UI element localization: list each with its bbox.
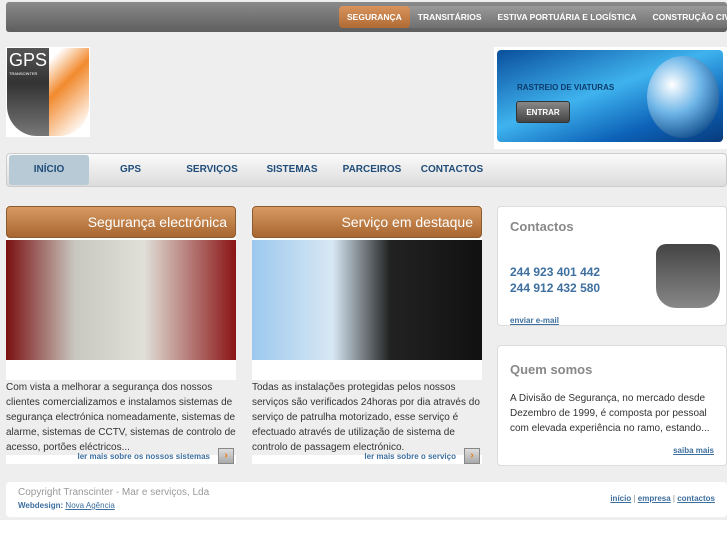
featured-column: Serviço em destaque Todas as instalações… [252,206,482,464]
nav-contactos[interactable]: CONTACTOS [412,155,492,185]
arrow-right-icon[interactable]: › [464,448,480,464]
top-nav-estiva[interactable]: ESTIVA PORTUÁRIA E LOGÍSTICA [490,6,645,28]
webdesign-label: Webdesign: [18,501,64,510]
column-title: Serviço em destaque [252,206,482,238]
top-nav-transitarios[interactable]: TRANSITÁRIOS [410,6,490,28]
tracking-banner: RASTREIO DE VIATURAS ENTRAR [494,47,727,149]
read-more-link[interactable]: ler mais sobre o serviço [364,452,456,461]
column-text: Todas as instalações protegidas pelos no… [252,380,482,455]
banner-background: RASTREIO DE VIATURAS ENTRAR [497,50,723,142]
lion-icon [49,48,89,136]
globe-icon [647,56,719,138]
main-nav: INÍCIO GPS SERVIÇOS SISTEMAS PARCEIROS C… [6,153,727,187]
enter-button[interactable]: ENTRAR [516,101,570,123]
footer-link-contactos[interactable]: contactos [677,494,715,503]
page: SEGURANÇA TRANSITÁRIOS ESTIVA PORTUÁRIA … [0,0,727,520]
top-bar: SEGURANÇA TRANSITÁRIOS ESTIVA PORTUÁRIA … [6,2,727,32]
security-column: Segurança electrónica Com vista a melhor… [6,206,236,464]
nav-inicio[interactable]: INÍCIO [9,155,89,185]
top-nav: SEGURANÇA TRANSITÁRIOS ESTIVA PORTUÁRIA … [339,6,727,28]
top-nav-construcao[interactable]: CONSTRUÇÃO CIVIL [645,6,727,28]
contacts-title: Contactos [510,219,574,234]
footer-link-empresa[interactable]: empresa [638,494,671,503]
about-box: Quem somos A Divisão de Segurança, no me… [497,345,727,466]
about-title: Quem somos [510,362,593,377]
telephone-icon [656,244,720,308]
guard-image [252,240,482,360]
copyright: Copyright Transcinter - Mar e serviços, … [18,487,210,498]
nav-sistemas[interactable]: SISTEMAS [252,155,332,185]
about-text: A Divisão de Segurança, no mercado desde… [510,393,710,434]
logo[interactable]: GPS TRANSCINTER [6,47,90,137]
about-more-link[interactable]: saiba mais [673,446,714,455]
read-more-link[interactable]: ler mais sobre os nossos sistemas [77,452,210,461]
contacts-box: Contactos 244 923 401 442 244 912 432 58… [497,206,727,326]
logo-subtitle: TRANSCINTER [9,71,38,76]
logo-text: GPS [9,50,48,70]
footer: Copyright Transcinter - Mar e serviços, … [6,482,727,517]
send-email-link[interactable]: enviar e-mail [510,316,559,325]
banner-title: RASTREIO DE VIATURAS [517,83,615,92]
nav-gps[interactable]: GPS [89,155,172,185]
top-nav-seguranca[interactable]: SEGURANÇA [339,6,410,28]
footer-link-inicio[interactable]: início [610,494,631,503]
nav-parceiros[interactable]: PARCEIROS [332,155,412,185]
column-text: Com vista a melhorar a segurança dos nos… [6,380,236,455]
alarm-keypad-image [6,240,236,360]
arrow-right-icon[interactable]: › [218,448,234,464]
nav-servicos[interactable]: SERVIÇOS [172,155,252,185]
column-title: Segurança electrónica [6,206,236,238]
webdesign-link[interactable]: Nova Agência [65,501,114,510]
